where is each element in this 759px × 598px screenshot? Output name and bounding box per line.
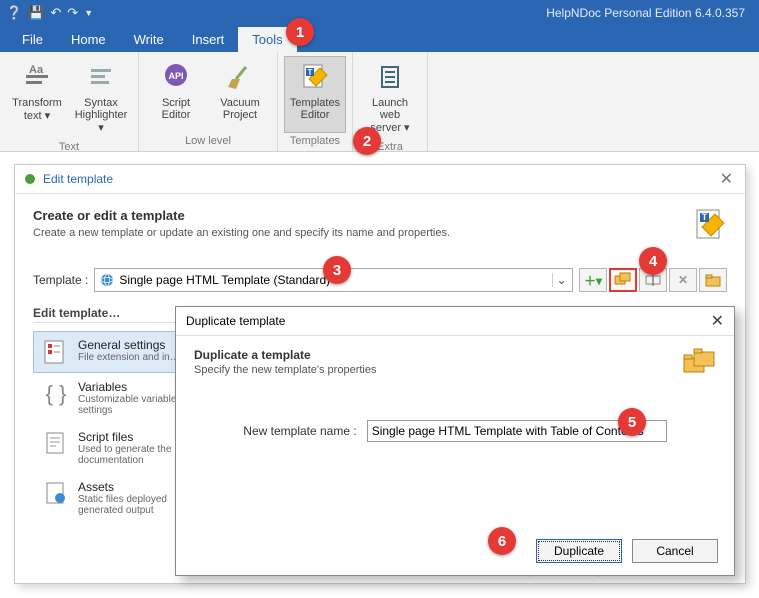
duplicate-button[interactable]: Duplicate [536, 539, 622, 563]
callout-6: 6 [488, 527, 516, 555]
callout-2: 2 [353, 127, 381, 155]
edit-template-sub: Create a new template or update an exist… [33, 227, 693, 239]
tab-write[interactable]: Write [120, 27, 178, 52]
template-page-icon: T [693, 208, 727, 242]
duplicate-template-button[interactable] [609, 268, 637, 292]
svg-text:{ }: { } [46, 381, 67, 406]
delete-template-button[interactable]: ✕ [669, 268, 697, 292]
cancel-button[interactable]: Cancel [632, 539, 718, 563]
ribbon-tabs: File Home Write Insert Tools [0, 26, 759, 52]
script-editor-button[interactable]: API Script Editor [145, 56, 207, 133]
open-folder-button[interactable] [699, 268, 727, 292]
edit-template-heading: Create or edit a template [33, 208, 693, 223]
tab-file[interactable]: File [8, 27, 57, 52]
braces-icon: { } [42, 380, 70, 408]
app-title: HelpNDoc Personal Edition 6.4.0.357 [93, 6, 753, 20]
general-settings-icon [42, 338, 70, 366]
duplicate-sub: Specify the new template's properties [194, 364, 682, 376]
tab-insert[interactable]: Insert [178, 27, 239, 52]
server-icon [374, 61, 406, 93]
add-template-button[interactable]: ＋▾ [579, 268, 607, 292]
callout-3: 3 [323, 256, 351, 284]
edit-template-title: Edit template [43, 172, 716, 186]
quick-access-toolbar: ❔ 💾 ↶ ↷ ▼ [6, 5, 93, 21]
callout-5: 5 [618, 408, 646, 436]
group-label-text: Text [59, 139, 79, 155]
title-bar: ❔ 💾 ↶ ↷ ▼ HelpNDoc Personal Edition 6.4.… [0, 0, 759, 26]
new-template-name-label: New template name : [243, 424, 356, 438]
save-icon[interactable]: 💾 [28, 5, 44, 21]
sidebar-item-assets[interactable]: AssetsStatic files deployed generated ou… [33, 473, 193, 523]
group-templates: T Templates Editor Templates [278, 52, 353, 151]
transform-text-button[interactable]: Aa Transform text ▾ [6, 56, 68, 139]
sidebar-item-general[interactable]: General settingsFile extension and in… [33, 331, 193, 373]
vacuum-project-button[interactable]: Vacuum Project [209, 56, 271, 133]
undo-icon[interactable]: ↶ [50, 5, 61, 21]
group-label-templates: Templates [290, 133, 340, 149]
redo-icon[interactable]: ↷ [67, 5, 78, 21]
edit-template-sidebar: General settingsFile extension and in… {… [33, 331, 193, 523]
api-icon: API [160, 61, 192, 93]
duplicate-dialog-title: Duplicate template [186, 314, 285, 328]
duplicate-template-dialog: Duplicate template ✕ Duplicate a templat… [175, 306, 735, 576]
edit-template-header: Edit template ✕ [15, 165, 745, 194]
group-label-extra: Extra [377, 139, 403, 155]
qat-dropdown-icon[interactable]: ▼ [84, 8, 93, 18]
group-text: Aa Transform text ▾ Syntax Highlighter ▾… [0, 52, 139, 151]
syntax-highlighter-button[interactable]: Syntax Highlighter ▾ [70, 56, 132, 139]
templates-editor-button[interactable]: T Templates Editor [284, 56, 346, 133]
close-icon[interactable]: ✕ [711, 311, 724, 331]
svg-text:T: T [702, 212, 708, 222]
syntax-icon [85, 61, 117, 93]
wand-icon [23, 172, 37, 186]
svg-text:Aa: Aa [29, 64, 44, 76]
templates-editor-icon: T [299, 61, 331, 93]
transform-icon: Aa [21, 61, 53, 93]
broom-icon [224, 61, 256, 93]
group-label-lowlevel: Low level [185, 133, 231, 149]
svg-text:T: T [308, 68, 313, 77]
sidebar-item-variables[interactable]: { } VariablesCustomizable variable setti… [33, 373, 193, 423]
script-icon [42, 430, 70, 458]
callout-1: 1 [286, 18, 314, 46]
template-combo-value: Single page HTML Template (Standard) [119, 273, 330, 287]
assets-icon [42, 480, 70, 508]
group-lowlevel: API Script Editor Vacuum Project Low lev… [139, 52, 278, 151]
duplicate-heading: Duplicate a template [194, 348, 682, 362]
tab-home[interactable]: Home [57, 27, 120, 52]
chevron-down-icon[interactable]: ⌄ [552, 273, 570, 287]
svg-text:API: API [168, 71, 183, 81]
sidebar-item-scripts[interactable]: Script filesUsed to generate the documen… [33, 423, 193, 473]
globe-icon [99, 272, 115, 288]
folders-icon [682, 348, 716, 378]
help-icon[interactable]: ❔ [6, 5, 22, 21]
callout-4: 4 [639, 247, 667, 275]
template-label: Template : [33, 273, 88, 287]
close-icon[interactable]: ✕ [716, 169, 737, 189]
